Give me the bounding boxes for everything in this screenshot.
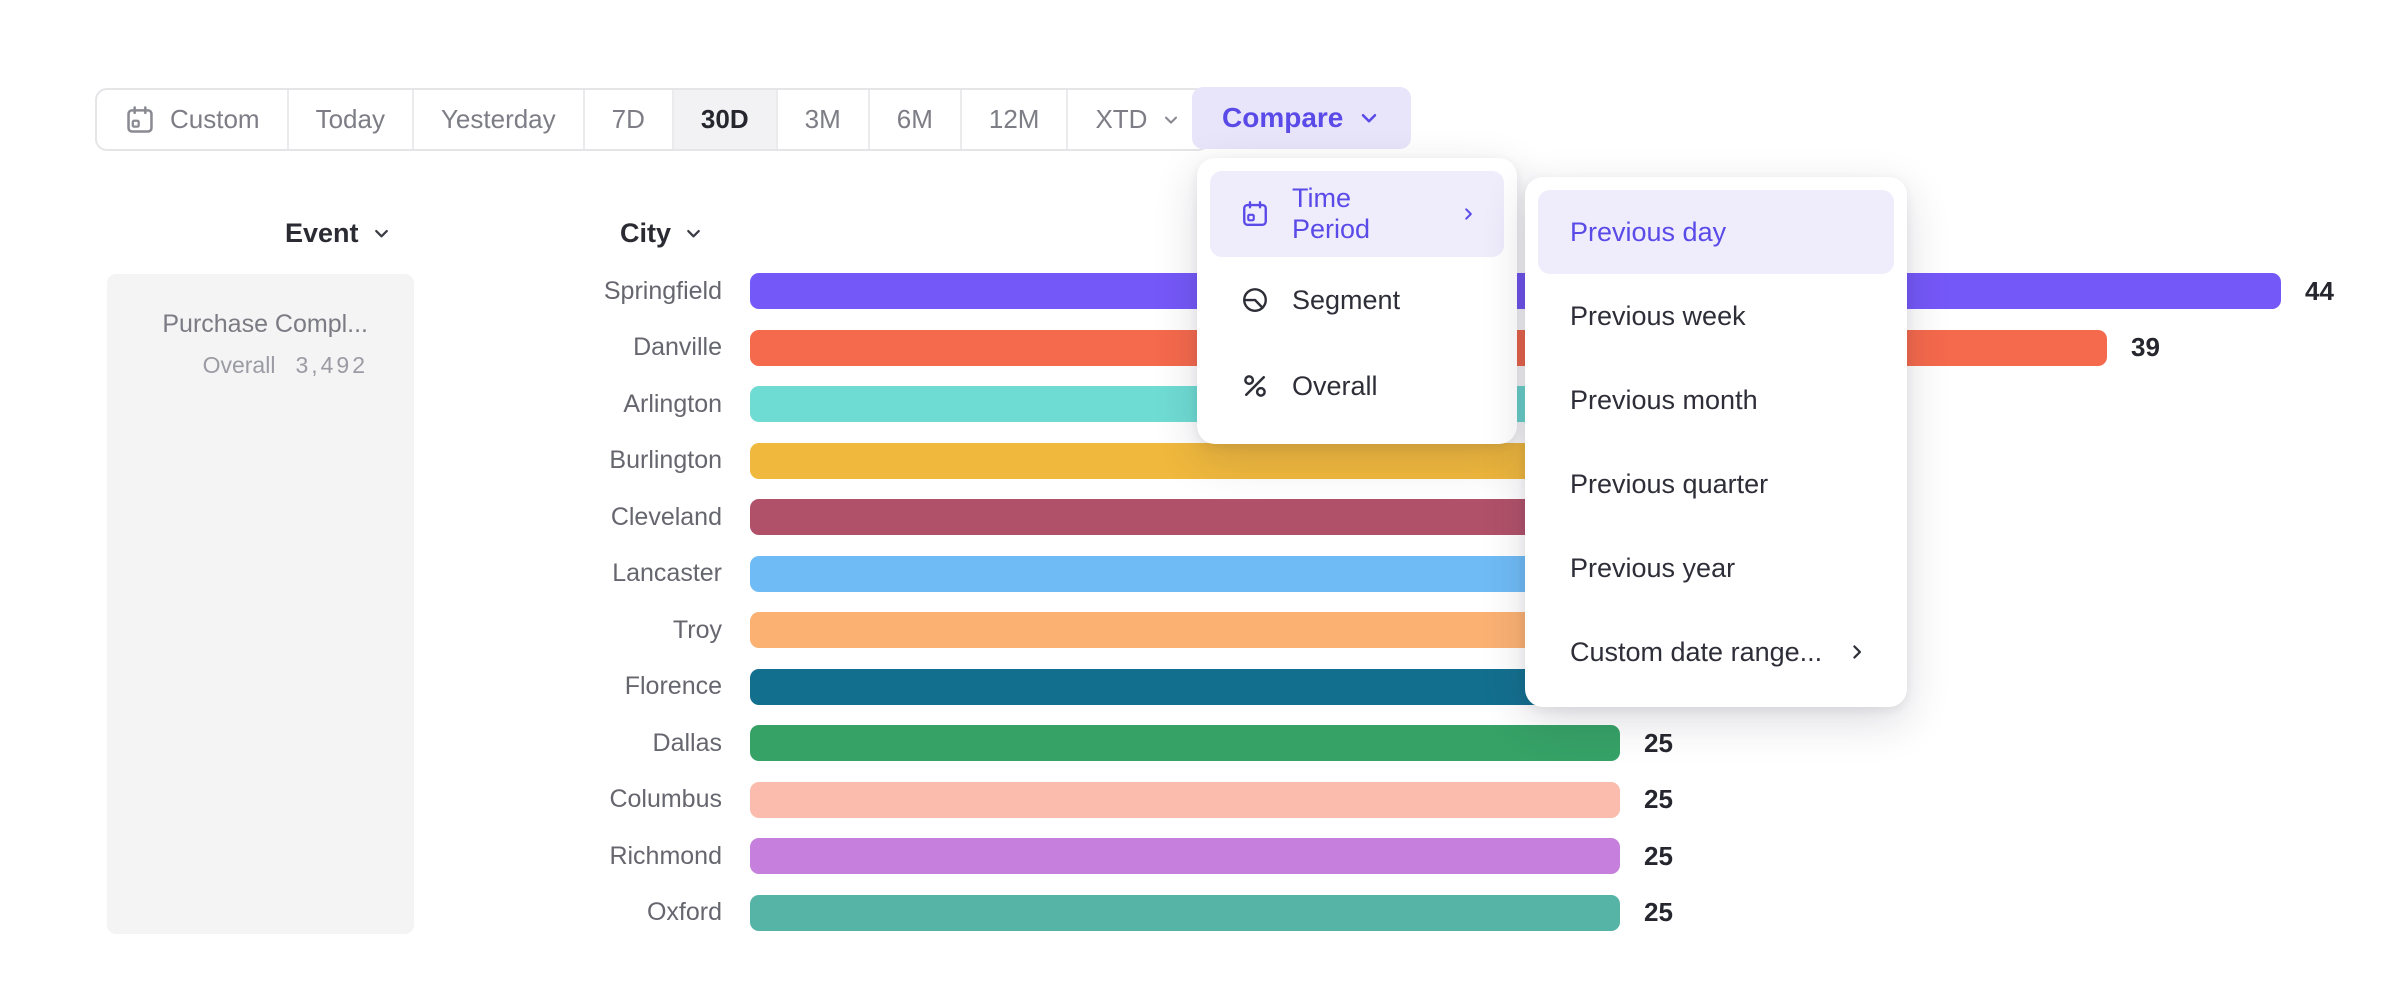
range-button-xtd[interactable]: XTD bbox=[1068, 90, 1208, 149]
chevron-down-icon bbox=[1357, 106, 1381, 130]
compare-menu-item-segment[interactable]: Segment bbox=[1210, 257, 1504, 343]
bar-columbus[interactable] bbox=[750, 782, 1620, 818]
submenu-item-label: Custom date range... bbox=[1570, 637, 1822, 668]
bar-label: Oxford bbox=[0, 898, 722, 927]
range-button-6m[interactable]: 6M bbox=[870, 90, 962, 149]
event-column-header[interactable]: Event bbox=[285, 218, 392, 249]
menu-item-label: Segment bbox=[1292, 285, 1400, 316]
range-button-label: Custom bbox=[170, 104, 260, 135]
city-column-header[interactable]: City bbox=[620, 218, 704, 249]
bar-label: Lancaster bbox=[0, 559, 722, 588]
bar-label: Cleveland bbox=[0, 503, 722, 532]
range-button-label: 30D bbox=[701, 104, 749, 135]
range-button-label: 12M bbox=[989, 104, 1040, 135]
chart-row-columbus: Columbus 25 bbox=[0, 772, 2394, 829]
chart-row-richmond: Richmond 25 bbox=[0, 828, 2394, 885]
bar-value: 25 bbox=[1644, 728, 1673, 759]
bar-label: Florence bbox=[0, 672, 722, 701]
bar-richmond[interactable] bbox=[750, 838, 1620, 874]
bar-value: 25 bbox=[1644, 784, 1673, 815]
range-button-label: Yesterday bbox=[441, 104, 556, 135]
bar-label: Danville bbox=[0, 333, 722, 362]
range-button-12m[interactable]: 12M bbox=[962, 90, 1069, 149]
bar-label: Troy bbox=[0, 616, 722, 645]
bar-label: Arlington bbox=[0, 390, 722, 419]
chevron-down-icon bbox=[1161, 110, 1181, 130]
time-period-option-previous-year[interactable]: Previous year bbox=[1538, 526, 1894, 610]
range-button-label: XTD bbox=[1095, 104, 1147, 135]
event-column-header-label: Event bbox=[285, 218, 359, 249]
range-button-custom[interactable]: Custom bbox=[97, 90, 289, 149]
range-button-7d[interactable]: 7D bbox=[585, 90, 674, 149]
compare-dropdown-menu: Time Period Segment Overall bbox=[1197, 158, 1517, 444]
time-period-submenu: Previous day Previous week Previous month P… bbox=[1525, 177, 1907, 707]
range-button-label: Today bbox=[316, 104, 385, 135]
time-period-option-previous-month[interactable]: Previous month bbox=[1538, 358, 1894, 442]
time-period-option-custom-date-range[interactable]: Custom date range... bbox=[1538, 610, 1894, 694]
percent-icon bbox=[1240, 371, 1270, 401]
bar-value: 25 bbox=[1644, 897, 1673, 928]
bar-label: Springfield bbox=[0, 277, 722, 306]
bar-oxford[interactable] bbox=[750, 895, 1620, 931]
submenu-item-label: Previous quarter bbox=[1570, 469, 1768, 500]
calendar-icon bbox=[1240, 199, 1270, 229]
chevron-right-icon bbox=[1459, 203, 1478, 225]
bar-value: 39 bbox=[2131, 332, 2160, 363]
compare-button[interactable]: Compare bbox=[1192, 87, 1411, 149]
date-range-toolbar: Custom Today Yesterday 7D 30D 3M 6M 12M XTD bbox=[95, 88, 1210, 151]
range-button-label: 6M bbox=[897, 104, 933, 135]
bar-value: 25 bbox=[1644, 841, 1673, 872]
bar-florence[interactable] bbox=[750, 669, 1655, 705]
submenu-item-label: Previous day bbox=[1570, 217, 1726, 248]
bar-label: Dallas bbox=[0, 729, 722, 758]
chevron-right-icon bbox=[1846, 641, 1868, 663]
time-period-option-previous-quarter[interactable]: Previous quarter bbox=[1538, 442, 1894, 526]
segment-icon bbox=[1240, 285, 1270, 315]
compare-menu-item-overall[interactable]: Overall bbox=[1210, 343, 1504, 429]
range-button-30d[interactable]: 30D bbox=[674, 90, 778, 149]
chart-row-troy: Troy bbox=[0, 602, 2394, 659]
compare-menu-item-time-period[interactable]: Time Period bbox=[1210, 171, 1504, 257]
chart-row-burlington: Burlington bbox=[0, 433, 2394, 490]
time-period-option-previous-week[interactable]: Previous week bbox=[1538, 274, 1894, 358]
calendar-icon bbox=[124, 104, 156, 136]
bar-label: Burlington bbox=[0, 446, 722, 475]
menu-item-label: Time Period bbox=[1292, 183, 1415, 245]
chart-row-lancaster: Lancaster bbox=[0, 546, 2394, 603]
chart-row-florence: Florence bbox=[0, 659, 2394, 716]
chevron-down-icon bbox=[371, 223, 392, 244]
submenu-item-label: Previous week bbox=[1570, 301, 1746, 332]
bar-value: 44 bbox=[2305, 276, 2334, 307]
bar-dallas[interactable] bbox=[750, 725, 1620, 761]
range-button-today[interactable]: Today bbox=[289, 90, 414, 149]
chart-row-cleveland: Cleveland bbox=[0, 489, 2394, 546]
range-button-3m[interactable]: 3M bbox=[778, 90, 870, 149]
range-button-yesterday[interactable]: Yesterday bbox=[414, 90, 585, 149]
range-button-label: 7D bbox=[612, 104, 645, 135]
analytics-report-page: Custom Today Yesterday 7D 30D 3M 6M 12M XTD Comp… bbox=[0, 0, 2394, 1004]
time-period-option-previous-day[interactable]: Previous day bbox=[1538, 190, 1894, 274]
chart-row-dallas: Dallas 25 bbox=[0, 715, 2394, 772]
city-column-header-label: City bbox=[620, 218, 671, 249]
bar-label: Columbus bbox=[0, 785, 722, 814]
chevron-down-icon bbox=[683, 223, 704, 244]
submenu-item-label: Previous year bbox=[1570, 553, 1735, 584]
bar-label: Richmond bbox=[0, 842, 722, 871]
range-button-label: 3M bbox=[805, 104, 841, 135]
chart-row-oxford: Oxford 25 bbox=[0, 885, 2394, 942]
submenu-item-label: Previous month bbox=[1570, 385, 1758, 416]
menu-item-label: Overall bbox=[1292, 371, 1378, 402]
compare-button-label: Compare bbox=[1222, 102, 1343, 134]
